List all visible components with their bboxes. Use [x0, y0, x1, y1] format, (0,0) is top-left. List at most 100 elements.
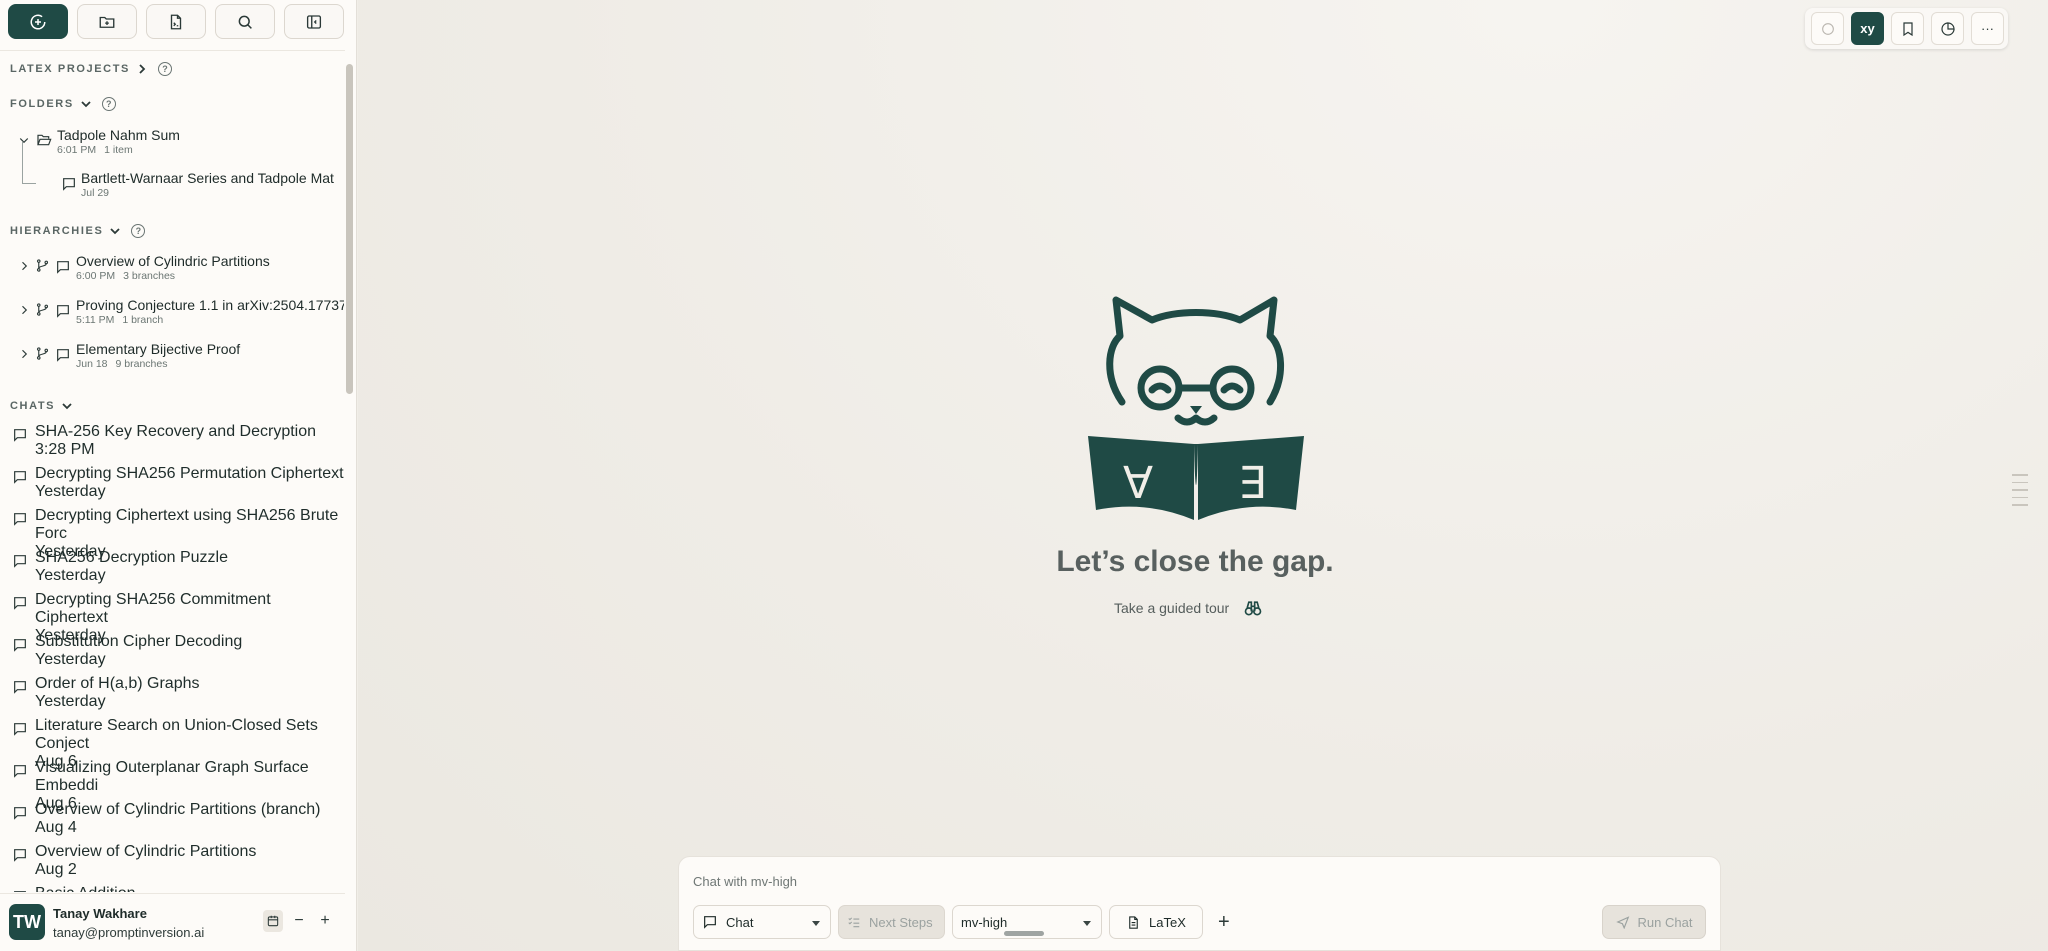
chat-list-item[interactable]: Decrypting Ciphertext using SHA256 Brute… — [12, 507, 342, 560]
new-folder-button[interactable] — [77, 4, 137, 39]
chat-title: SHA-256 Key Recovery and Decryption — [35, 423, 317, 440]
chat-bubble-icon — [12, 553, 28, 569]
chat-bubble-icon — [55, 303, 71, 319]
latex-projects-header[interactable]: LATEX PROJECTS ? — [10, 62, 172, 76]
new-chat-icon — [29, 13, 47, 31]
chat-list-item[interactable]: Visualizing Outerplanar Graph Surface Em… — [12, 759, 342, 812]
chat-bubble-icon — [12, 511, 28, 527]
folder-title: Tadpole Nahm Sum — [57, 127, 180, 143]
folder-item[interactable]: Tadpole Nahm Sum 6:01 PM 1 item — [57, 127, 180, 156]
sidebar-scroll-area[interactable]: LATEX PROJECTS ? FOLDERS ? Tadpole Nahm … — [0, 52, 345, 892]
chat-list-item[interactable]: Overview of Cylindric Partitions (branch… — [12, 801, 342, 841]
theme-toggle-button[interactable] — [1931, 12, 1964, 45]
zoom-out-button[interactable]: − — [289, 910, 309, 932]
help-icon[interactable]: ? — [131, 224, 146, 238]
chat-list-item[interactable]: Decrypting SHA256 Permutation Ciphertext… — [12, 465, 344, 505]
folder-child-title: Bartlett-Warnaar Series and Tadpole Mat — [81, 170, 334, 186]
chat-time: 3:28 PM — [35, 441, 95, 458]
add-attachment-button[interactable]: + — [1210, 908, 1238, 936]
chats-header[interactable]: CHATS — [10, 400, 73, 412]
user-email: tanay@promptinversion.ai — [53, 925, 205, 940]
chat-title: Decrypting SHA256 Permutation Ciphertext — [35, 465, 344, 482]
chat-composer: Chat with mv-high Chat Next Steps mv-hig… — [678, 856, 1721, 951]
chat-bubble-icon — [12, 763, 28, 779]
chat-list-item[interactable]: Substitution Cipher Decoding Yesterday — [12, 633, 342, 673]
search-icon — [236, 13, 254, 31]
help-icon[interactable]: ? — [158, 62, 172, 76]
folder-child-item[interactable]: Bartlett-Warnaar Series and Tadpole Mat … — [81, 170, 343, 199]
resize-handle[interactable] — [1004, 931, 1044, 936]
top-right-toolbar: xy ··· — [1805, 8, 2008, 49]
new-chat-button[interactable] — [8, 4, 68, 39]
chat-time: Yesterday — [35, 567, 106, 584]
chat-list-item[interactable]: SHA-256 Key Recovery and Decryption 3:28… — [12, 423, 342, 463]
send-icon — [1615, 915, 1630, 929]
scroll-indicator[interactable] — [2012, 474, 2028, 512]
folder-open-icon — [36, 132, 52, 148]
sidebar: LATEX PROJECTS ? FOLDERS ? Tadpole Nahm … — [0, 0, 357, 951]
chevron-down-icon — [61, 400, 73, 412]
sidebar-scrollbar[interactable] — [346, 64, 353, 394]
help-icon[interactable]: ? — [101, 97, 116, 111]
new-project-icon — [167, 13, 185, 31]
latex-projects-label: LATEX PROJECTS — [10, 63, 130, 75]
next-steps-button[interactable]: Next Steps — [838, 905, 945, 939]
hierarchy-time: Jun 18 — [76, 358, 108, 370]
folder-count: 1 item — [104, 144, 133, 156]
guided-tour-link[interactable]: Take a guided tour — [1114, 598, 1263, 618]
hierarchy-item[interactable]: Elementary Bijective Proof Jun 18 9 branc… — [76, 341, 344, 370]
search-button[interactable] — [215, 4, 275, 39]
xy-button[interactable]: xy — [1851, 12, 1884, 45]
chevron-right-icon[interactable] — [18, 348, 30, 360]
latex-chip[interactable]: LaTeX — [1109, 905, 1203, 939]
chat-time: Yesterday — [35, 651, 106, 668]
chat-title: Order of H(a,b) Graphs — [35, 675, 200, 692]
hierarchy-item[interactable]: Proving Conjecture 1.1 in arXiv:2504.177… — [76, 297, 344, 326]
chevron-right-icon[interactable] — [18, 260, 30, 272]
chat-title: Overview of Cylindric Partitions — [35, 843, 257, 860]
chat-title: Decrypting Ciphertext using SHA256 Brute… — [35, 507, 339, 542]
model-select-value: mv-high — [961, 914, 1008, 930]
chevron-right-icon[interactable] — [18, 304, 30, 316]
chevron-down-icon — [109, 225, 121, 237]
chat-list-item[interactable]: Decrypting SHA256 Commitment Ciphertext … — [12, 591, 342, 644]
hierarchy-meta: 6:00 PM 3 branches — [76, 270, 344, 282]
hierarchy-count: 3 branches — [123, 270, 176, 282]
hierarchy-meta: 5:11 PM 1 branch — [76, 314, 344, 326]
run-chat-button[interactable]: Run Chat — [1602, 905, 1706, 939]
calendar-button[interactable] — [263, 910, 283, 932]
chat-bubble-icon — [12, 637, 28, 653]
chat-list-item[interactable]: SHA256 Decryption Puzzle Yesterday — [12, 549, 342, 589]
chat-list-item[interactable]: Overview of Cylindric Partitions Aug 2 — [12, 843, 342, 883]
folder-time: 6:01 PM — [57, 144, 97, 156]
toolbar-divider — [0, 50, 345, 51]
chat-list-item[interactable]: Basic Addition — [12, 885, 342, 892]
zoom-controls: − + — [263, 910, 335, 932]
chat-bubble-icon — [12, 595, 28, 611]
hierarchies-label: HIERARCHIES — [10, 225, 104, 237]
binoculars-icon — [1243, 598, 1263, 618]
cat-reading-logo: ∀ ∃ — [1088, 296, 1304, 520]
zoom-in-button[interactable]: + — [315, 910, 335, 932]
composer-controls: Chat Next Steps mv-high LaTeX + — [693, 905, 1238, 939]
chat-list-item[interactable]: Literature Search on Union-Closed Sets C… — [12, 717, 342, 770]
avatar[interactable]: TW — [9, 904, 45, 940]
mode-select[interactable]: Chat — [693, 905, 831, 939]
chat-bubble-icon — [12, 427, 28, 443]
bookmark-button[interactable] — [1891, 12, 1924, 45]
hierarchy-time: 6:00 PM — [76, 270, 116, 282]
chat-input[interactable]: Chat with mv-high — [693, 874, 797, 889]
new-project-button[interactable] — [146, 4, 206, 39]
hierarchies-header[interactable]: HIERARCHIES ? — [10, 224, 146, 238]
status-button[interactable] — [1811, 12, 1844, 45]
chat-list-item[interactable]: Order of H(a,b) Graphs Yesterday — [12, 675, 342, 715]
hero-headline: Let’s close the gap. — [1056, 545, 1334, 578]
chat-title: Visualizing Outerplanar Graph Surface Em… — [35, 759, 309, 794]
more-button[interactable]: ··· — [1971, 12, 2004, 45]
collapse-sidebar-button[interactable] — [284, 4, 344, 39]
folders-header[interactable]: FOLDERS ? — [10, 97, 116, 111]
caret-down-icon — [810, 917, 822, 929]
run-chat-label: Run Chat — [1637, 914, 1693, 930]
user-name: Tanay Wakhare — [53, 906, 147, 921]
hierarchy-item[interactable]: Overview of Cylindric Partitions 6:00 PM… — [76, 253, 344, 282]
